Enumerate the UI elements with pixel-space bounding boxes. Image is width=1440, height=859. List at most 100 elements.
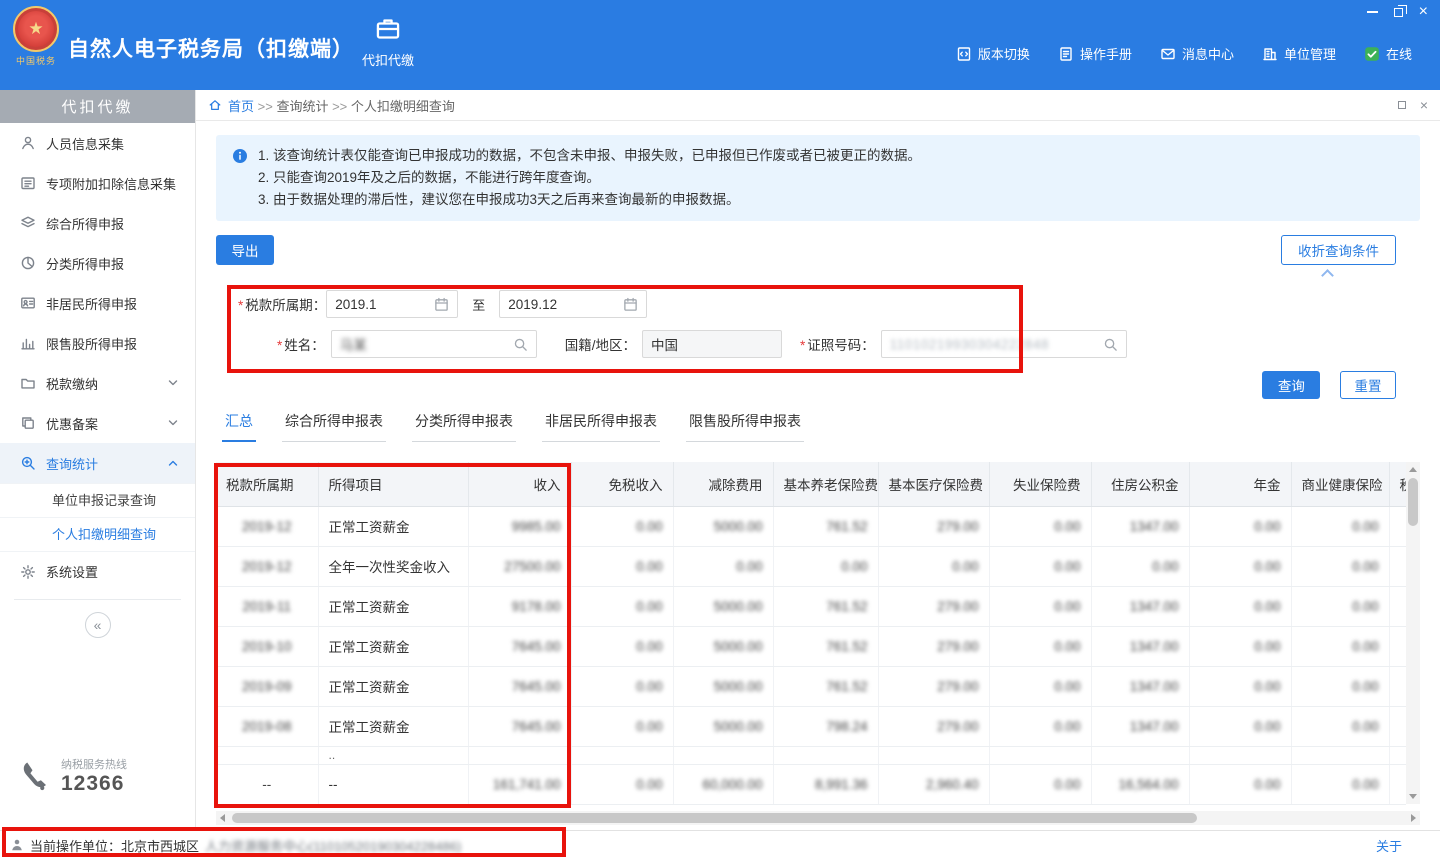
cell-value: 0.00 [1189,586,1291,626]
id-list-icon [20,175,36,191]
cell-item: .. [318,746,468,764]
toplink-version-switch[interactable]: 版本切换 [956,44,1030,63]
cell-value: 761.52 [773,666,878,706]
restore-icon[interactable] [1394,5,1403,19]
briefcase-icon [375,16,401,42]
sidebar-item-personnel-info[interactable]: 人员信息采集 [0,123,195,163]
vertical-scrollbar[interactable] [1406,462,1420,804]
cell-value: 0.00 [1189,506,1291,546]
collapse-query-button[interactable]: 收折查询条件 [1281,235,1396,265]
period-from-input[interactable]: 2019.1 [326,290,458,318]
column-header: 收入 [468,462,571,506]
minimize-icon[interactable] [1367,5,1378,19]
search-icon[interactable] [1103,337,1118,352]
breadcrumb-item[interactable]: 首页 [228,99,254,114]
cell-value: 5000.00 [673,586,773,626]
cell-value: 0.00 [1189,706,1291,746]
cell-item: 正常工资薪金 [318,506,468,546]
scroll-up-icon[interactable] [1409,467,1417,472]
sidebar-collapse-button[interactable]: « [85,612,111,638]
id-number-input[interactable]: 11010219930304222848 [881,330,1127,358]
reset-button[interactable]: 重置 [1340,371,1396,399]
sidebar-subitem-personal-detail-query[interactable]: 个人扣缴明细查询 [0,517,195,551]
sidebar-item-system-settings[interactable]: 系统设置 [0,551,195,591]
calendar-icon[interactable] [623,297,638,312]
cell-value: 7645.00 [468,706,571,746]
sidebar-item-label: 专项附加扣除信息采集 [46,174,176,193]
cell-value: 60,000.00 [673,764,773,804]
export-button[interactable]: 导出 [216,235,274,265]
breadcrumb-item[interactable]: 查询统计 [276,99,328,114]
sidebar-subitem-unit-report-query[interactable]: 单位申报记录查询 [0,483,195,517]
tab-nonresident[interactable]: 非居民所得申报表 [542,411,660,442]
sidebar-item-label: 优惠备案 [46,414,98,433]
module-tab-withholding[interactable]: 代扣代缴 [352,16,424,69]
tab-classified[interactable]: 分类所得申报表 [412,411,516,442]
form-row-period: *税款所属期： 2019.1 至 2019.12 [216,289,1420,319]
national-emblem-icon: ★ [13,6,59,52]
tab-restricted[interactable]: 限售股所得申报表 [686,411,804,442]
toplink-manual[interactable]: 操作手册 [1058,44,1132,63]
sidebar-item-label: 限售股所得申报 [46,334,137,353]
sidebar-item-label: 分类所得申报 [46,254,124,273]
scroll-down-icon[interactable] [1409,794,1417,799]
breadcrumb-item[interactable]: 个人扣缴明细查询 [351,99,455,114]
cell-value: 0.00 [571,706,673,746]
period-to-input[interactable]: 2019.12 [499,290,647,318]
horizontal-scroll-thumb[interactable] [232,813,1197,823]
chevron-down-icon [165,375,181,391]
column-header: 商业健康保险 [1291,462,1389,506]
panel-restore-icon[interactable] [1398,101,1406,109]
sidebar-item-tax-payment[interactable]: 税款缴纳 [0,363,195,403]
actions-row: 查询 重置 [216,371,1420,399]
horizontal-scrollbar[interactable] [216,811,1420,825]
cell-value: 5000.00 [673,666,773,706]
tab-comprehensive[interactable]: 综合所得申报表 [282,411,386,442]
query-form: *税款所属期： 2019.1 至 2019.12 *姓名： 马某 国籍/ [216,289,1420,359]
sidebar-item-query-statistics[interactable]: 查询统计 [0,443,195,483]
sidebar-item-nonresident-income[interactable]: 非居民所得申报 [0,283,195,323]
to-label: 至 [472,295,485,314]
cell-value: 161,741.00 [468,764,571,804]
sidebar-item-classified-income[interactable]: 分类所得申报 [0,243,195,283]
scroll-right-icon[interactable] [1411,814,1416,822]
toplink-message-center[interactable]: 消息中心 [1160,44,1234,63]
panel-close-icon[interactable]: × [1420,100,1428,110]
about-link[interactable]: 关于 [1376,836,1402,855]
doc-switch-icon [956,46,972,62]
column-header: 住房公积金 [1091,462,1189,506]
toplink-online[interactable]: 在线 [1364,44,1412,63]
sidebar-item-comprehensive-income[interactable]: 综合所得申报 [0,203,195,243]
hotline: 纳税服务热线 12366 [16,756,127,796]
breadcrumb-separator: >> [328,99,350,114]
cell-value: 761.52 [773,626,878,666]
cell-value: 0.00 [1189,764,1291,804]
cell-value: 0.00 [571,764,673,804]
cell-value: 0.00 [989,626,1091,666]
query-button[interactable]: 查询 [1262,371,1320,399]
vertical-scroll-thumb[interactable] [1408,478,1418,526]
cell-value [1389,586,1406,626]
toplink-unit-management[interactable]: 单位管理 [1262,44,1336,63]
close-icon[interactable]: × [1419,5,1428,19]
cell-value [1389,666,1406,706]
online-check-icon [1364,46,1380,62]
sidebar-item-special-deduction[interactable]: 专项附加扣除信息采集 [0,163,195,203]
scroll-left-icon[interactable] [220,814,225,822]
sidebar-item-preferential-filing[interactable]: 优惠备案 [0,403,195,443]
nationality-input[interactable]: 中国 [642,330,782,358]
cell-value [1091,746,1189,764]
home-icon[interactable] [208,98,222,112]
table-row-data: 2019-10正常工资薪金7645.000.005000.00761.52279… [216,626,1406,666]
sidebar-item-restricted-stock[interactable]: 限售股所得申报 [0,323,195,363]
caret-up-icon [1321,269,1334,282]
search-icon[interactable] [513,337,528,352]
table-row-data: 2019-08正常工资薪金7645.000.005000.00798.24279… [216,706,1406,746]
cell-value: 0.00 [1291,506,1389,546]
calendar-icon[interactable] [434,297,449,312]
tab-summary[interactable]: 汇总 [222,411,256,442]
cell-value: 279.00 [878,666,989,706]
name-input[interactable]: 马某 [331,330,537,358]
column-header: 免税收入 [571,462,673,506]
table-header-row: 税款所属期所得项目收入免税收入减除费用基本养老保险费基本医疗保险费失业保险费住房… [216,462,1406,506]
